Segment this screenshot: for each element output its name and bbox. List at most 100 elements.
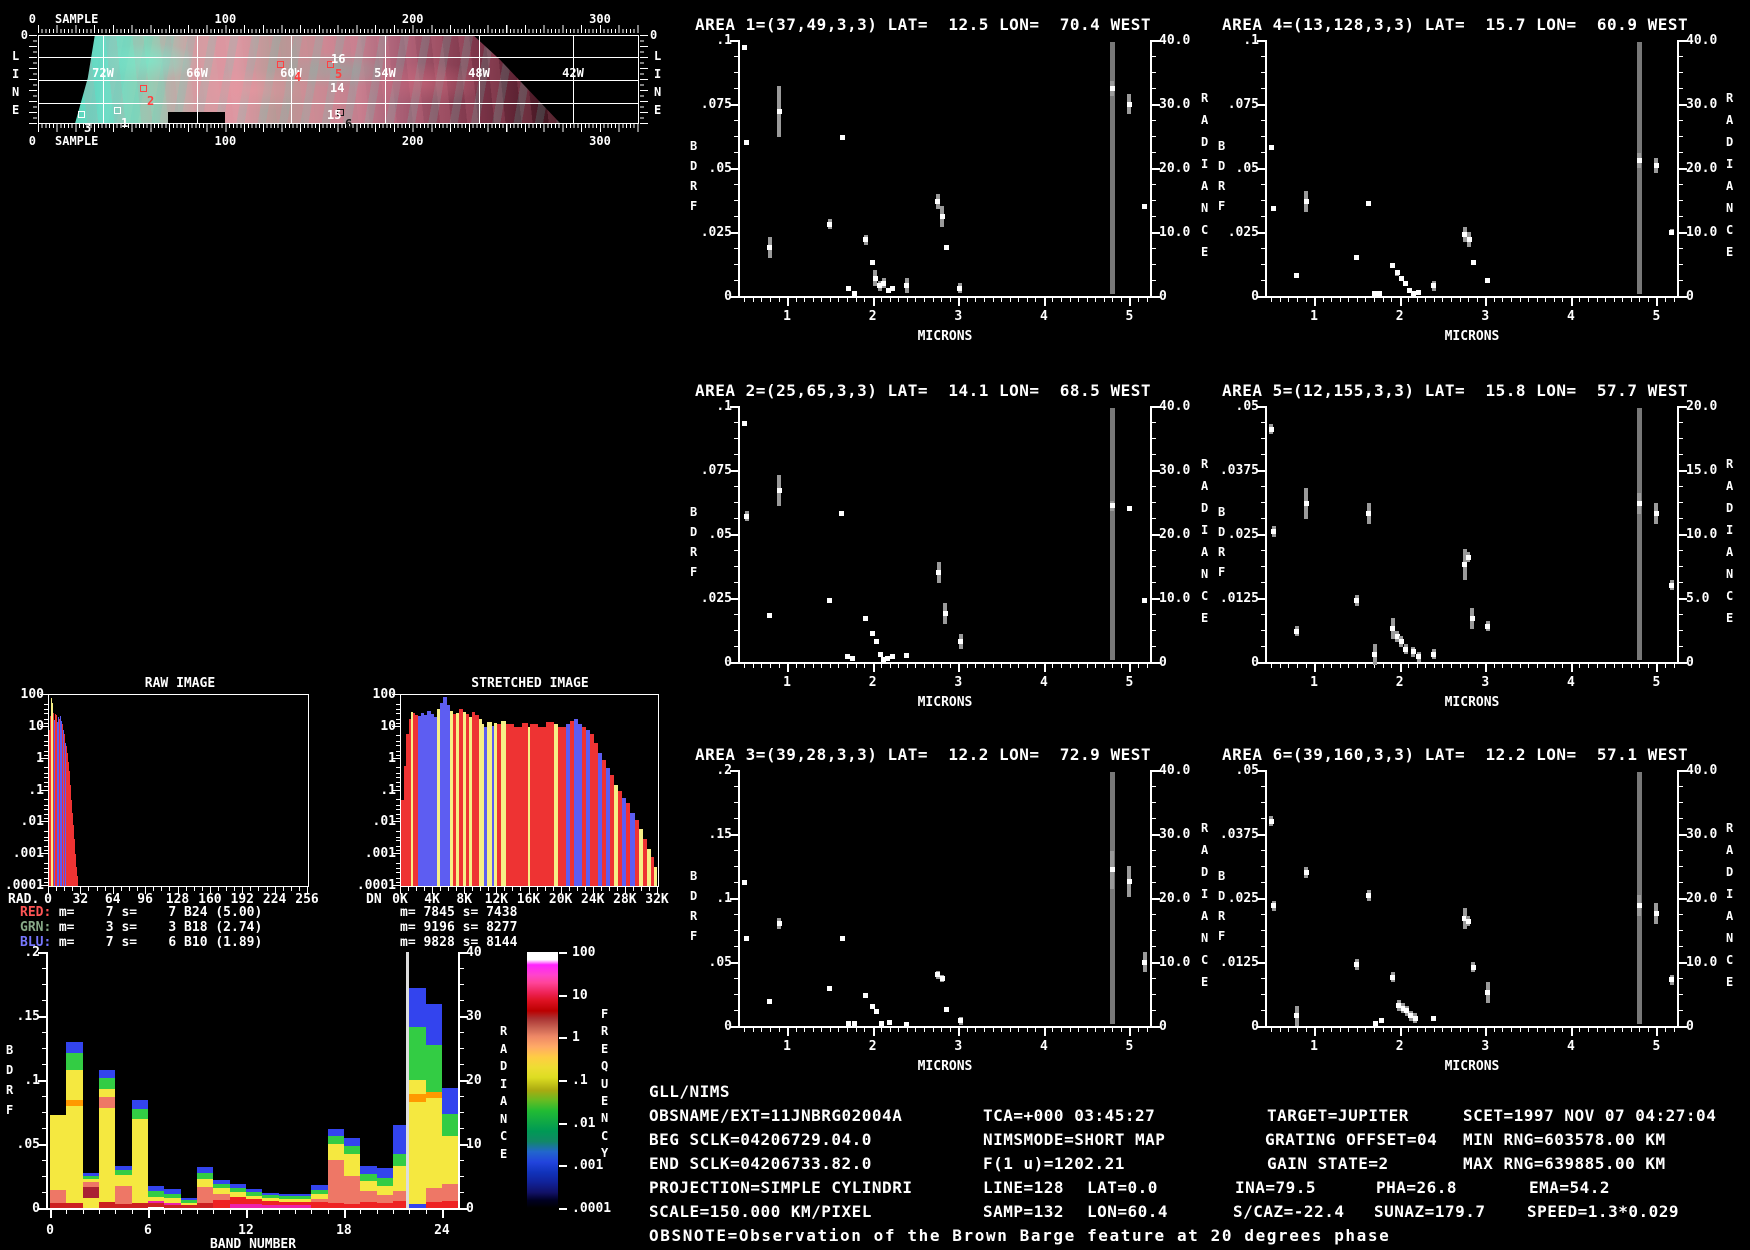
hist-xtick-minor [649,887,650,891]
spectrum-ytick-minor [1679,56,1683,57]
spectrum-ytick-minor [1152,454,1156,455]
spectrum-ytick-major-left [1257,834,1265,836]
spectrum-xtick-minor [907,664,908,668]
spectrum-ytick-minor [1261,914,1265,915]
hist-xtick-minor [161,887,162,891]
band-bar-segment [409,1094,425,1103]
spectrum-ytick-label: .0125 [1220,956,1259,969]
band-bar-segment [148,1203,164,1206]
spectrum-point [863,993,868,998]
spectrum-xtick-minor [1408,664,1409,668]
band-bar-segment [344,1154,360,1175]
hist-ytick-minor [396,723,400,724]
band-bar-segment [262,1193,278,1196]
band-bar-segment [360,1166,376,1174]
spectrum-xtick-minor [1545,1028,1546,1032]
spectrum-yaxis-label: D [1218,160,1225,172]
spectrum-y2tick-label: 30.0 [1159,828,1190,841]
band-y2axis-label: A [500,1095,507,1107]
band-bar-segment [132,1100,148,1109]
band-bar-segment [328,1144,344,1160]
hist-ytick-minor [44,846,48,847]
band-y2axis-label: E [500,1148,507,1160]
band-ytick-major-right [460,1208,468,1210]
spectrum-ytick-minor [1152,914,1156,915]
band-bar-segment [83,1176,99,1179]
spectrum-ytick-minor [734,88,738,89]
spectrum-xtick-minor [1297,298,1298,302]
spectrum-point [1269,145,1274,150]
hist-xtick-minor [218,887,219,891]
band-bar-segment [426,1045,442,1092]
area-annotation: 15 [327,109,341,121]
band-bar-segment [279,1199,295,1202]
colorbar-tick [559,995,567,997]
spectrum-xtick-minor [830,1028,831,1032]
hist-xtick-minor [569,887,570,891]
spectrum-xtick-minor [915,298,916,302]
spectrum-point [839,511,844,516]
spectrum-point [1403,281,1408,286]
band-bar-segment [328,1160,344,1204]
spectrum-point [1637,158,1642,163]
hist-ytick-major [40,758,48,759]
spectrum-xtick-minor [1408,298,1409,302]
spectrum-y2tick-label: 20.0 [1686,892,1717,905]
line-axis-label: L [654,50,661,62]
spectrum-xtick-minor [1035,664,1036,668]
spectrum-y2axis-label: E [1201,976,1208,988]
spectrum-point [1466,555,1471,560]
band-xtick [328,1210,329,1214]
spectrum-xtick-minor [1121,1028,1122,1032]
spectrum-ytick-major-right [1679,296,1687,298]
spectrum-point [1466,919,1471,924]
spectrum-xtick-minor [1018,664,1019,668]
spectrum-xtick-label: 4 [1567,1040,1575,1053]
band-ytick-minor-right [460,1112,464,1113]
spectrum-yaxis-label: D [690,160,697,172]
spectrum-xtick-minor [924,664,925,668]
spectrum-ytick-minor [734,882,738,883]
spectrum-axis-left [1265,770,1267,1028]
spectrum-point [863,237,868,242]
spectrum-xtick-minor [796,664,797,668]
hist-title: RAW IMAGE [145,677,215,690]
sample-axis-zero: 0 [29,13,36,25]
spectrum-ytick-minor [1261,630,1265,631]
band-bar-segment [50,1190,66,1203]
metadata-text: LAT=0.0 [1087,1180,1158,1196]
spectrum-ytick-major-right [1679,168,1687,170]
spectrum-xtick-minor [890,1028,891,1032]
spectrum-xtick-minor [1340,1028,1341,1032]
spectrum-ytick-minor [1152,630,1156,631]
hist-ytick-major [392,694,400,695]
spectrum-xtick-minor [1648,298,1649,302]
spectrum-ytick-minor [1679,120,1683,121]
band-y2axis-label: D [500,1060,507,1072]
spectrum-xtick-minor [847,1028,848,1032]
metadata-text: SAMP=132 [983,1204,1064,1220]
hist-ytick-minor [396,745,400,746]
spectrum-xtick-label: 3 [954,676,962,689]
spectrum-ytick-minor [734,72,738,73]
spectrum-xtick-minor [1468,664,1469,668]
hist-ytick-minor [396,741,400,742]
spectrum-point [1471,260,1476,265]
spectrum-xtick-minor [1297,664,1298,668]
band-bar-segment [262,1198,278,1201]
spectrum-ytick-minor [734,946,738,947]
spectrum-ytick-minor [1152,264,1156,265]
spectrum-xaxis-label: MICRONS [1445,330,1500,343]
band-bar-segment [328,1136,344,1144]
hist-ytick-minor [44,777,48,778]
band-xtick [360,1210,361,1214]
spectrum-ytick-major-right [1152,168,1160,170]
spectrum-xtick-minor [993,298,994,302]
spectrum-y2tick-label: 10.0 [1686,528,1717,541]
spectrum-xtick-minor [1511,1028,1512,1032]
spectrum-xtick-minor [1425,1028,1426,1032]
spectrum-xtick-minor [1537,1028,1538,1032]
spectrum-xtick-minor [1147,298,1148,302]
spectrum-ytick-major-left [730,770,738,772]
spectrum-ytick-minor [734,184,738,185]
